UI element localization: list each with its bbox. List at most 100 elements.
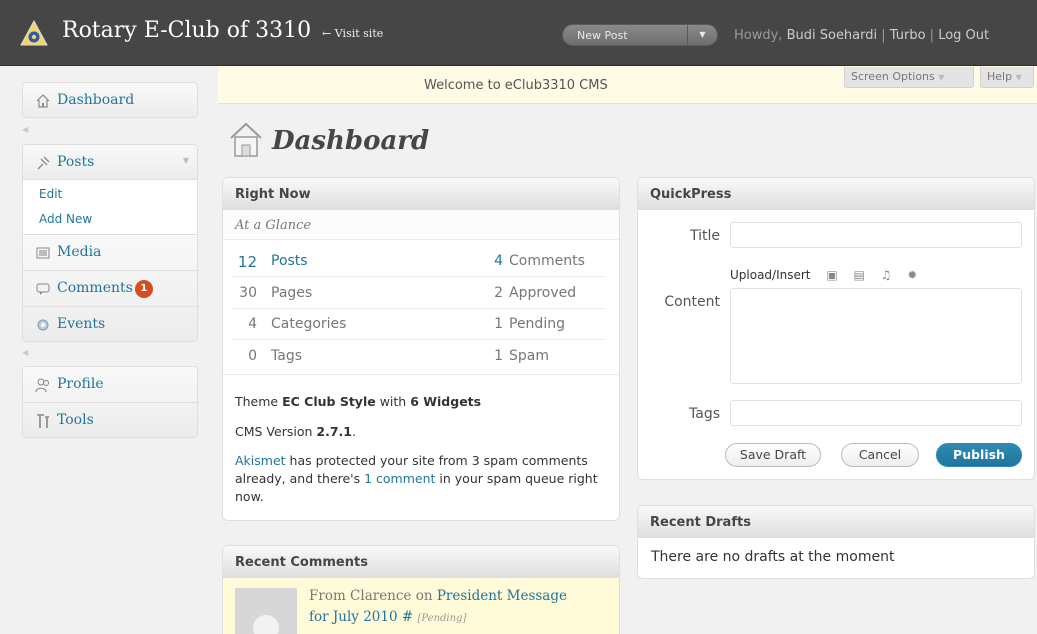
posts-submenu: Edit Add New [22,180,198,234]
categories-link[interactable]: Categories [271,316,346,332]
cancel-button[interactable]: Cancel [841,443,919,467]
dashboard-home-icon [230,122,262,157]
pending-link[interactable]: Pending [509,316,565,332]
sidebar-item-label[interactable]: Profile [57,376,104,392]
sidebar-item-label[interactable]: Dashboard [57,92,134,108]
sidebar-group-content: Media Comments 1 Events [22,234,199,343]
table-row: 0 Tags 1 Spam [231,341,605,372]
categories-count[interactable]: 4 [235,316,257,332]
recent-comments-widget: Recent Comments From Clarence on Preside… [222,545,620,634]
pending-count[interactable]: 1 [481,316,503,332]
save-draft-button[interactable]: Save Draft [725,443,821,467]
favorite-actions-dropdown[interactable]: New Post ▼ [562,24,718,46]
site-logo-icon [20,20,48,46]
chevron-down-icon[interactable]: ▼ [938,73,944,82]
content-label: Content [664,294,720,310]
upload-insert-bar: Upload/Insert ▣ ▤ ♫ ✹ [730,268,917,282]
sidebar-item-label[interactable]: Tools [57,412,94,428]
widget-title[interactable]: Recent Comments [223,546,619,578]
spam-link[interactable]: Spam [509,348,549,364]
tags-input[interactable] [730,400,1022,426]
cms-version-label: CMS Version [235,424,317,439]
widget-title[interactable]: Recent Drafts [638,506,1034,538]
howdy-label: Howdy, [734,28,787,43]
sidebar-item-label[interactable]: Comments [57,280,133,296]
sidebar-item-label[interactable]: Posts [57,154,94,170]
widget-title[interactable]: Right Now [223,178,619,210]
tags-count[interactable]: 0 [235,348,257,364]
help-label[interactable]: Help [987,70,1012,83]
sidebar-group-dashboard: Dashboard [22,82,198,118]
home-icon [36,94,50,108]
right-now-widget: Right Now At a Glance 12 Posts 4 Comment… [222,177,620,521]
site-title-text[interactable]: Rotary E-Club of 3310 [62,18,311,43]
cms-version-number: 2.7.1 [316,424,352,439]
pages-count[interactable]: 30 [235,285,257,301]
chevron-down-icon[interactable]: ▼ [183,156,189,165]
table-row: 30 Pages 2 Approved [231,278,605,309]
publish-button[interactable]: Publish [936,443,1022,467]
avatar [235,588,297,634]
welcome-message: Welcome to eClub3310 CMS [424,78,608,93]
sidebar-item-tools[interactable]: Tools [23,403,199,439]
visit-site-link[interactable]: ← Visit site [322,27,383,40]
title-label: Title [689,228,720,244]
sidebar-item-profile[interactable]: Profile [23,367,199,403]
divider [223,374,619,375]
sidebar-item-label[interactable]: Events [57,316,105,332]
posts-link[interactable]: Posts [271,253,308,269]
theme-mid: with [375,394,411,409]
separator: | [925,28,939,43]
new-post-button[interactable]: New Post [577,29,628,42]
comment-author: From Clarence on [309,588,437,604]
video-icon[interactable]: ▤ [854,268,865,282]
audio-icon[interactable]: ♫ [881,268,892,282]
title-input[interactable] [730,222,1022,248]
cms-version-suffix: . [351,424,356,439]
theme-name[interactable]: EC Club Style [282,394,376,409]
turbo-link[interactable]: Turbo [890,28,926,43]
sidebar-item-label[interactable]: Media [57,244,101,260]
logout-link[interactable]: Log Out [938,28,989,43]
screen-options-label[interactable]: Screen Options [851,70,935,83]
tags-link[interactable]: Tags [271,348,302,364]
sidebar-item-comments[interactable]: Comments 1 [23,271,199,307]
user-info: Howdy, Budi Soehardi | Turbo | Log Out [734,28,989,43]
comment-item: From Clarence on President Message for J… [223,578,619,634]
submenu-add-new-link[interactable]: Add New [39,212,92,226]
comments-count[interactable]: 4 [481,253,503,269]
posts-count[interactable]: 12 [235,253,257,271]
widget-title[interactable]: QuickPress [638,178,1034,210]
akismet-link[interactable]: Akismet [235,453,286,468]
content-textarea[interactable] [730,288,1022,384]
separator: | [877,28,890,43]
menu-separator: ◀ [22,125,29,134]
approved-count[interactable]: 2 [481,285,503,301]
spam-count[interactable]: 1 [481,348,503,364]
chevron-down-icon[interactable]: ▼ [1016,73,1022,82]
widgets-link[interactable]: 6 Widgets [410,394,481,409]
site-title[interactable]: Rotary E-Club of 3310 ← Visit site [62,18,383,43]
sidebar-item-dashboard[interactable]: Dashboard [23,83,199,119]
table-row: 4 Categories 1 Pending [231,309,605,340]
theme-prefix: Theme [235,394,283,409]
submenu-edit-link[interactable]: Edit [39,187,62,201]
sidebar-item-events[interactable]: Events [23,307,199,343]
help-tab[interactable]: Help ▼ [980,67,1034,88]
approved-link[interactable]: Approved [509,285,576,301]
user-profile-link[interactable]: Budi Soehardi [787,28,878,43]
cms-version: CMS Version 2.7.1. [235,424,356,439]
comments-link[interactable]: Comments [509,253,585,269]
media-star-icon[interactable]: ✹ [907,268,917,282]
pin-icon [37,156,50,170]
tags-label: Tags [689,406,720,422]
spam-queue-link[interactable]: 1 comment [364,471,435,486]
sidebar-item-posts[interactable]: Posts ▼ [23,145,199,181]
sidebar-item-media[interactable]: Media [23,235,199,271]
chevron-down-icon[interactable]: ▼ [687,25,717,45]
admin-header: Rotary E-Club of 3310 ← Visit site New P… [0,0,1037,66]
pages-link[interactable]: Pages [271,285,312,301]
screen-options-tab[interactable]: Screen Options ▼ [844,67,974,88]
gear-icon [37,319,49,331]
image-icon[interactable]: ▣ [826,268,837,282]
